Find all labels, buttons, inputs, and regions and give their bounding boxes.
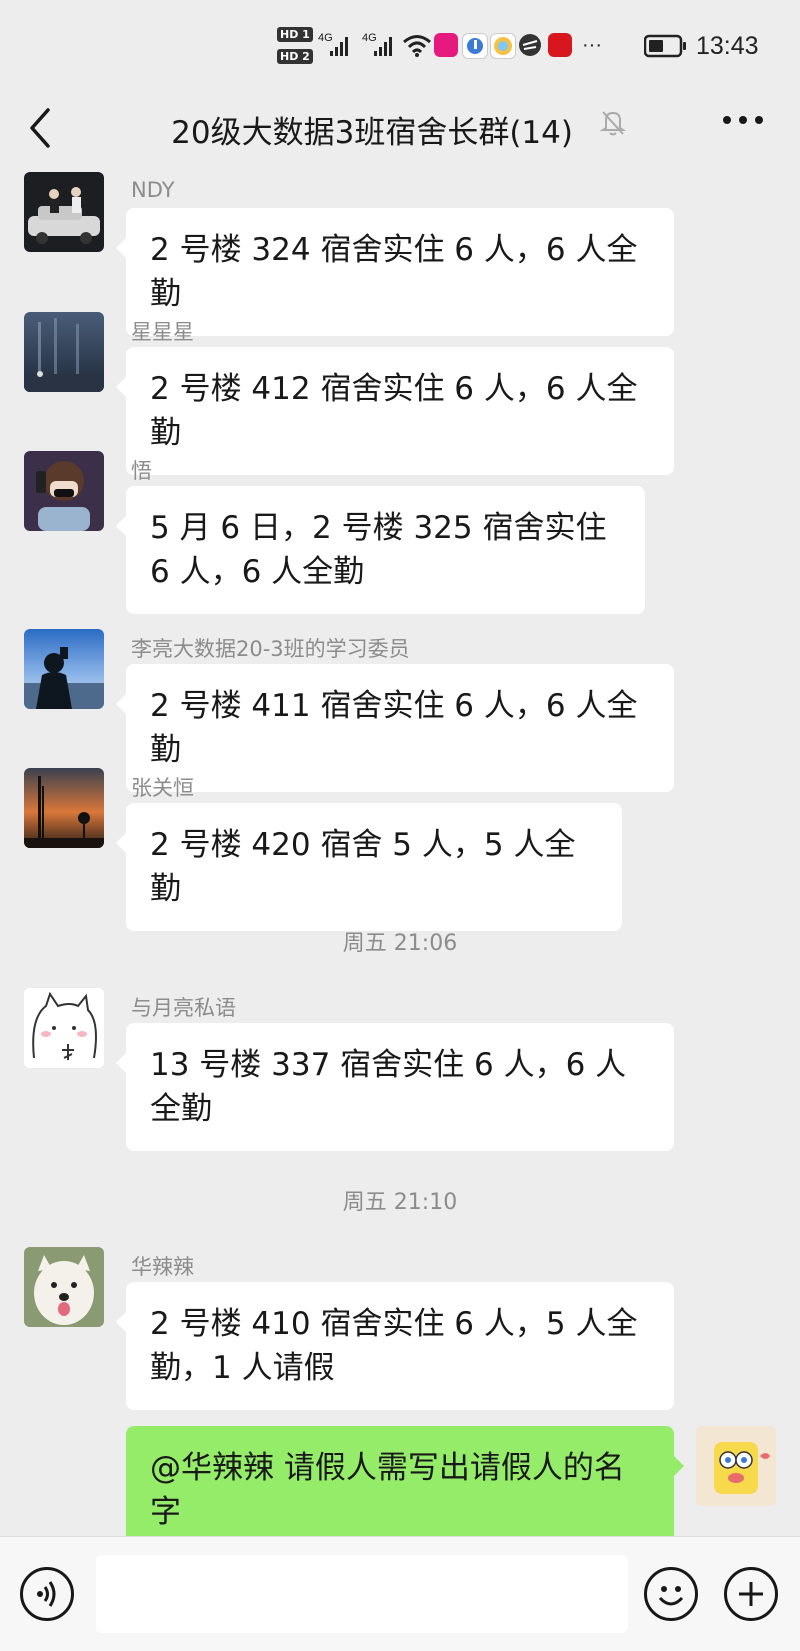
bell-off-icon bbox=[599, 111, 627, 136]
more-notifications: ··· bbox=[582, 34, 602, 56]
browser-app-icon bbox=[518, 33, 542, 57]
music-app-icon bbox=[462, 33, 488, 59]
sender-name: 张关恒 bbox=[131, 776, 194, 800]
avatar[interactable] bbox=[24, 172, 104, 252]
battery-icon bbox=[644, 34, 686, 58]
timestamp: 周五 21:10 bbox=[342, 1190, 458, 1215]
status-bar: HD 1 HD 2 4G 4G ··· 13:43 bbox=[0, 0, 800, 92]
signal-icon-2 bbox=[374, 37, 392, 56]
sim1-indicator: HD 1 bbox=[277, 27, 313, 42]
avatar[interactable] bbox=[24, 312, 104, 392]
message-bubble[interactable]: 2 号楼 420 宿舍 5 人，5 人全勤 bbox=[116, 803, 622, 931]
photos-app-icon bbox=[490, 33, 516, 59]
study-app-icon bbox=[548, 33, 572, 57]
timestamp: 周五 21:06 bbox=[342, 931, 458, 956]
message-bubble[interactable]: 2 号楼 410 宿舍实住 6 人，5 人全勤，1 人请假 bbox=[116, 1282, 674, 1410]
chat-header: 20级大数据3班宿舍长群(14) bbox=[0, 92, 800, 170]
sender-name: 李亮大数据20-3班的学习委员 bbox=[131, 637, 410, 661]
sender-name: 星星星 bbox=[131, 320, 194, 344]
page-title: 20级大数据3班宿舍长群(14) bbox=[0, 106, 800, 152]
sender-name: 华辣辣 bbox=[131, 1255, 194, 1279]
app-notification-icon bbox=[434, 33, 458, 57]
message-bubble[interactable]: 2 号楼 412 宿舍实住 6 人，6 人全勤 bbox=[116, 347, 674, 475]
plus-icon[interactable] bbox=[724, 1567, 778, 1621]
avatar[interactable] bbox=[24, 629, 104, 709]
emoji-icon[interactable] bbox=[644, 1567, 698, 1621]
signal-icon bbox=[330, 37, 348, 56]
more-dots-icon[interactable] bbox=[722, 114, 764, 126]
avatar[interactable] bbox=[24, 451, 104, 531]
message-bubble[interactable]: 2 号楼 324 宿舍实住 6 人，6 人全勤 bbox=[116, 208, 674, 336]
message-bubble[interactable]: 2 号楼 411 宿舍实住 6 人，6 人全勤 bbox=[116, 664, 674, 792]
avatar[interactable] bbox=[24, 768, 104, 848]
avatar[interactable] bbox=[24, 1247, 104, 1327]
message-bubble[interactable]: 5 月 6 日，2 号楼 325 宿舍实住 6 人，6 人全勤 bbox=[116, 486, 645, 614]
sim2-indicator: HD 2 bbox=[277, 49, 313, 64]
message-bubble[interactable]: 13 号楼 337 宿舍实住 6 人，6 人全勤 bbox=[116, 1023, 674, 1151]
sender-name: 与月亮私语 bbox=[131, 996, 236, 1020]
sender-name: 悟 bbox=[131, 459, 152, 483]
sender-name: NDY bbox=[131, 178, 175, 202]
wifi-icon bbox=[403, 35, 431, 57]
clock: 13:43 bbox=[696, 32, 759, 60]
voice-icon[interactable] bbox=[20, 1567, 74, 1621]
input-bar bbox=[0, 1536, 800, 1651]
message-input[interactable] bbox=[96, 1555, 628, 1633]
own-avatar[interactable] bbox=[696, 1426, 776, 1506]
chat-title: 20级大数据3班宿舍长群(14) bbox=[171, 115, 573, 151]
avatar[interactable] bbox=[24, 988, 104, 1068]
own-message-bubble[interactable]: @华辣辣 请假人需写出请假人的名字 bbox=[126, 1426, 684, 1554]
